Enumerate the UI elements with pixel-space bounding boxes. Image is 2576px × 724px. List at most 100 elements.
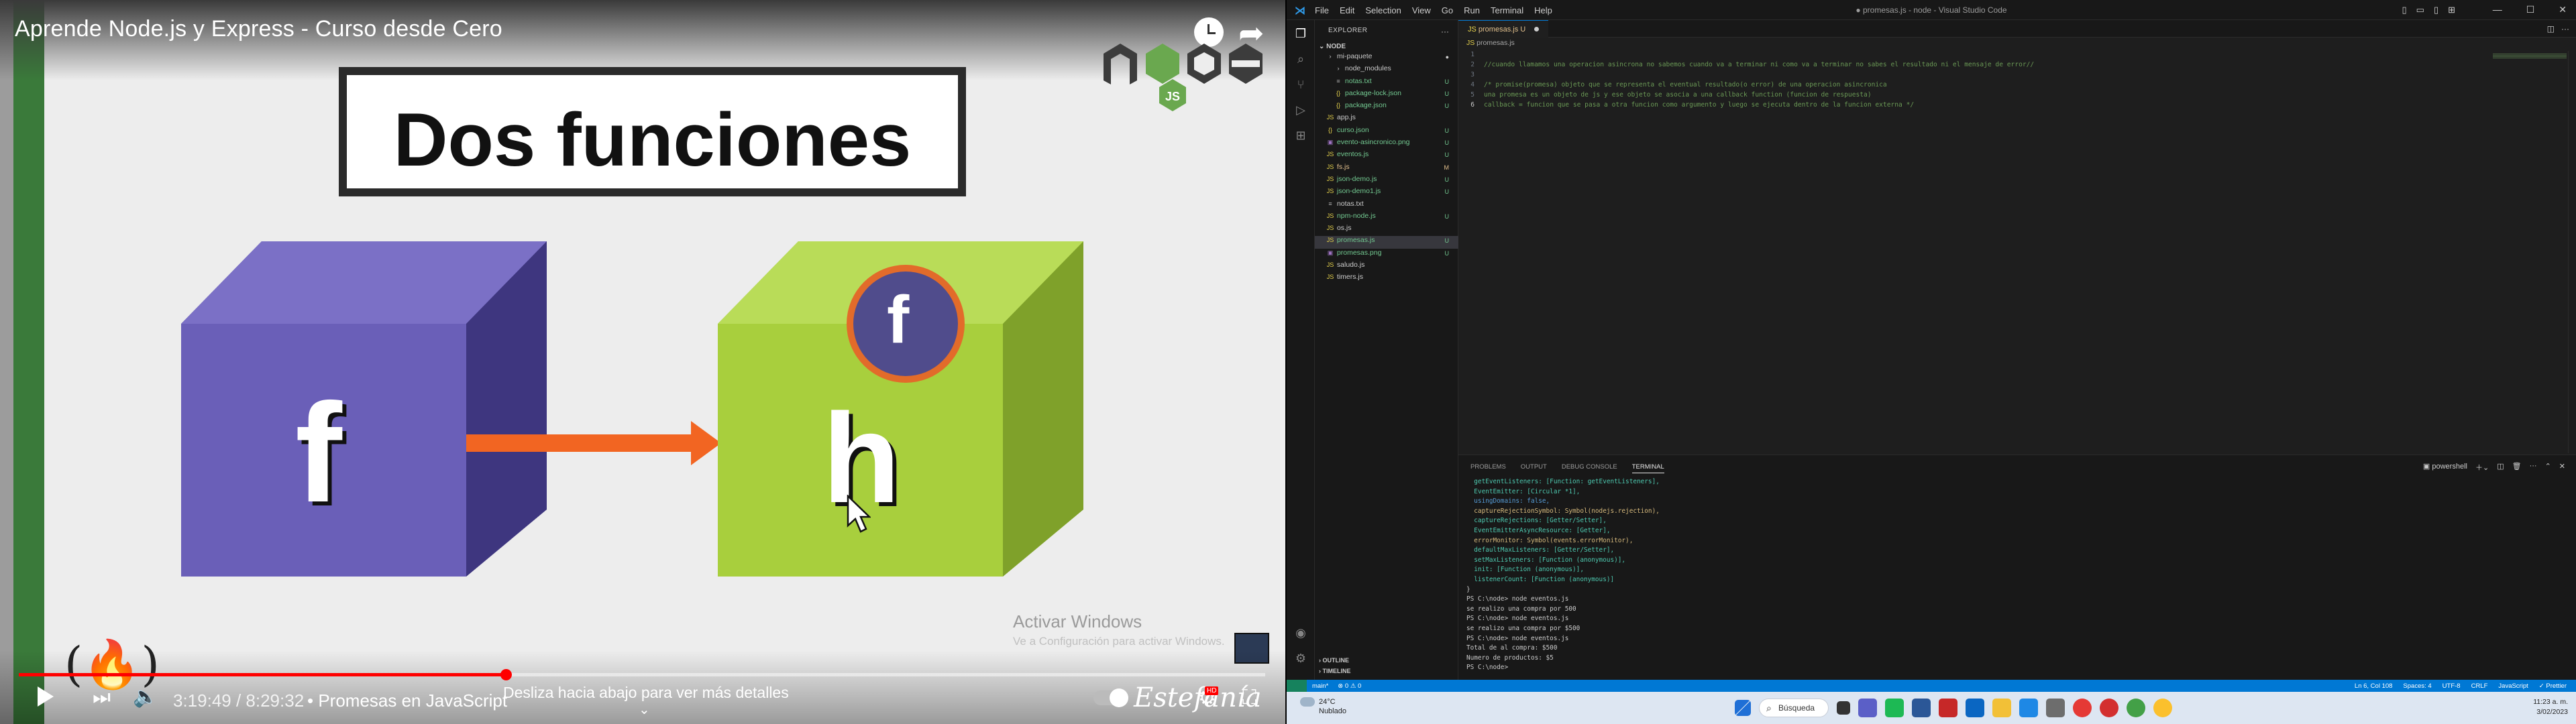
split-editor-icon[interactable]: ◫ [2547, 24, 2555, 34]
chrome-icon[interactable] [2153, 699, 2172, 717]
file-tree-item[interactable]: ▣ promesas.png U [1315, 249, 1458, 261]
breadcrumb[interactable]: JS promesas.js [1458, 39, 1515, 47]
play-button[interactable] [38, 686, 54, 707]
vscode-taskbar-icon[interactable] [2019, 699, 2038, 717]
file-tree-item[interactable]: ▣ evento-asincronico.png U [1315, 138, 1458, 150]
terminal-output[interactable]: getEventListeners: [Function: getEventLi… [1466, 478, 2549, 674]
file-tree-item[interactable]: JS promesas.js U [1315, 236, 1458, 249]
editor-scrollbar[interactable] [2568, 51, 2576, 453]
file-tree-item[interactable]: ≡ notas.txt U [1315, 77, 1458, 89]
manage-gear-icon[interactable]: ⚙ [1293, 652, 1308, 666]
chevron-down-icon[interactable]: ⌄ [639, 701, 650, 718]
file-tree-item[interactable]: {} curso.json U [1315, 126, 1458, 138]
close-panel-icon[interactable]: ✕ [2559, 462, 2565, 473]
app-icon[interactable] [1912, 699, 1931, 717]
file-tree-item[interactable]: JS eventos.js U [1315, 150, 1458, 162]
file-tree-item[interactable]: › node_modules [1315, 64, 1458, 76]
remote-icon[interactable] [1287, 680, 1307, 692]
problems-status[interactable]: ⊗ 0 ⚠ 0 [1338, 682, 1361, 690]
file-tree-item[interactable]: JS json-demo1.js U [1315, 187, 1458, 199]
weather-widget[interactable]: 24°C Nublado [1300, 697, 1346, 716]
file-tree-item[interactable]: JS timers.js [1315, 273, 1458, 285]
edge-icon[interactable] [1966, 699, 1984, 717]
swipe-hint[interactable]: Desliza hacia abajo para ver más detalle… [503, 684, 789, 702]
task-view-icon[interactable] [1837, 701, 1850, 715]
chrome-icon[interactable] [2100, 699, 2118, 717]
chrome-icon[interactable] [2127, 699, 2145, 717]
status-item[interactable]: JavaScript [2498, 682, 2528, 690]
kill-terminal-icon[interactable]: 🗑 [2512, 462, 2522, 473]
minimize-icon[interactable]: — [2493, 4, 2502, 15]
file-tree-item[interactable]: › mi-paquete ● [1315, 52, 1458, 64]
system-clock[interactable]: 11:23 a. m. 3/02/2023 [2533, 697, 2568, 717]
progress-bar[interactable] [19, 669, 1265, 680]
code-line[interactable]: 5 una promesa es un objeto de js y ese ob… [1458, 91, 2576, 101]
file-tree-item[interactable]: JS npm-node.js U [1315, 212, 1458, 224]
status-item[interactable]: Spaces: 4 [2403, 682, 2431, 690]
source-control-icon[interactable]: ⑂ [1293, 78, 1308, 93]
git-branch-status[interactable]: main* [1312, 682, 1328, 690]
more-actions-icon[interactable]: ··· [2561, 24, 2569, 34]
code-editor[interactable]: 1 2 //cuando llamamos una operacion asincr… [1458, 51, 2576, 453]
code-line[interactable]: 3 [1458, 71, 2576, 81]
run-debug-icon[interactable]: ▷ [1293, 103, 1308, 118]
explorer-icon[interactable]: ❐ [1293, 27, 1308, 42]
terminal-shell-label[interactable]: ▣ powershell [2423, 462, 2467, 473]
more-actions-icon[interactable]: ··· [1328, 27, 1449, 36]
next-video-icon[interactable]: ⏭ [93, 686, 111, 709]
toggle-sidebar-icon[interactable]: ▯ [2402, 5, 2406, 15]
file-tree-item[interactable]: JS json-demo.js U [1315, 175, 1458, 187]
new-terminal-icon[interactable]: ＋⌄ [2475, 462, 2489, 473]
file-tree-item[interactable]: ≡ notas.txt [1315, 200, 1458, 212]
close-icon[interactable]: ✕ [2559, 4, 2567, 15]
customize-layout-icon[interactable]: ⊞ [2448, 5, 2455, 15]
code-line[interactable]: 2 //cuando llamamos una operacion asincro… [1458, 61, 2576, 71]
panel-tab-terminal[interactable]: TERMINAL [1631, 463, 1664, 473]
split-terminal-icon[interactable]: ◫ [2497, 462, 2504, 473]
maximize-icon[interactable]: ☐ [2526, 4, 2535, 15]
code-line[interactable]: 4 /* promise(promesa) objeto que se repre… [1458, 81, 2576, 91]
toggle-secondary-sidebar-icon[interactable]: ▯ [2434, 5, 2438, 15]
app-icon[interactable] [1939, 699, 1957, 717]
file-tree-item[interactable]: JS app.js [1315, 113, 1458, 125]
app-icon[interactable] [2046, 699, 2065, 717]
more-actions-icon[interactable]: ··· [2530, 462, 2537, 473]
panel-tab-problems[interactable]: PROBLEMS [1470, 463, 1506, 473]
file-tree-item[interactable]: JS saludo.js [1315, 261, 1458, 273]
windows-start-icon[interactable] [1735, 700, 1751, 716]
status-item[interactable]: ✓ Prettier [2539, 682, 2567, 690]
file-tree-item[interactable]: {} package-lock.json U [1315, 89, 1458, 101]
file-explorer-icon[interactable] [1992, 699, 2011, 717]
panel-tab-debug-console[interactable]: DEBUG CONSOLE [1562, 463, 1617, 473]
unsaved-dot-icon[interactable] [1534, 27, 1540, 32]
status-item[interactable]: CRLF [2471, 682, 2488, 690]
youtube-player[interactable]: Aprende Node.js y Express - Curso desde … [0, 0, 1285, 724]
timeline-section[interactable]: › TIMELINE [1319, 668, 1351, 674]
chrome-icon[interactable] [2073, 699, 2092, 717]
code-line[interactable]: 6 callback = funcion que se pasa a otra f… [1458, 101, 2576, 111]
video-title[interactable]: Aprende Node.js y Express - Curso desde … [15, 16, 502, 42]
taskbar-search[interactable]: Búsqueda [1759, 699, 1829, 717]
tab-promesas[interactable]: JS promesas.js U [1458, 20, 1549, 38]
search-icon[interactable]: ⌕ [1293, 52, 1308, 67]
file-tree-item[interactable]: JS os.js [1315, 224, 1458, 236]
account-icon[interactable]: ◉ [1293, 626, 1308, 641]
project-root[interactable]: ⌄ NODE [1319, 43, 1346, 50]
teams-icon[interactable] [1858, 699, 1877, 717]
status-item[interactable]: UTF-8 [2443, 682, 2461, 690]
file-tree-item[interactable]: JS fs.js M [1315, 163, 1458, 175]
status-item[interactable]: Ln 6, Col 108 [2355, 682, 2393, 690]
autoplay-toggle[interactable] [1093, 688, 1128, 707]
extensions-icon[interactable]: ⊞ [1293, 129, 1308, 143]
chat-icon[interactable] [1885, 699, 1904, 717]
minimap[interactable] [2493, 54, 2567, 63]
fullscreen-icon[interactable]: ⛶ [1242, 686, 1256, 709]
outline-section[interactable]: › OUTLINE [1319, 657, 1349, 664]
file-tree-item[interactable]: {} package.json U [1315, 101, 1458, 113]
toggle-panel-icon[interactable]: ▭ [2416, 5, 2424, 15]
panel-tab-output[interactable]: OUTPUT [1521, 463, 1547, 473]
maximize-panel-icon[interactable]: ⌃ [2545, 462, 2551, 473]
code-line[interactable]: 1 [1458, 51, 2576, 61]
volume-icon[interactable]: 🔈 [133, 685, 158, 709]
chapter-title[interactable]: • Promesas en JavaScript [307, 690, 507, 711]
